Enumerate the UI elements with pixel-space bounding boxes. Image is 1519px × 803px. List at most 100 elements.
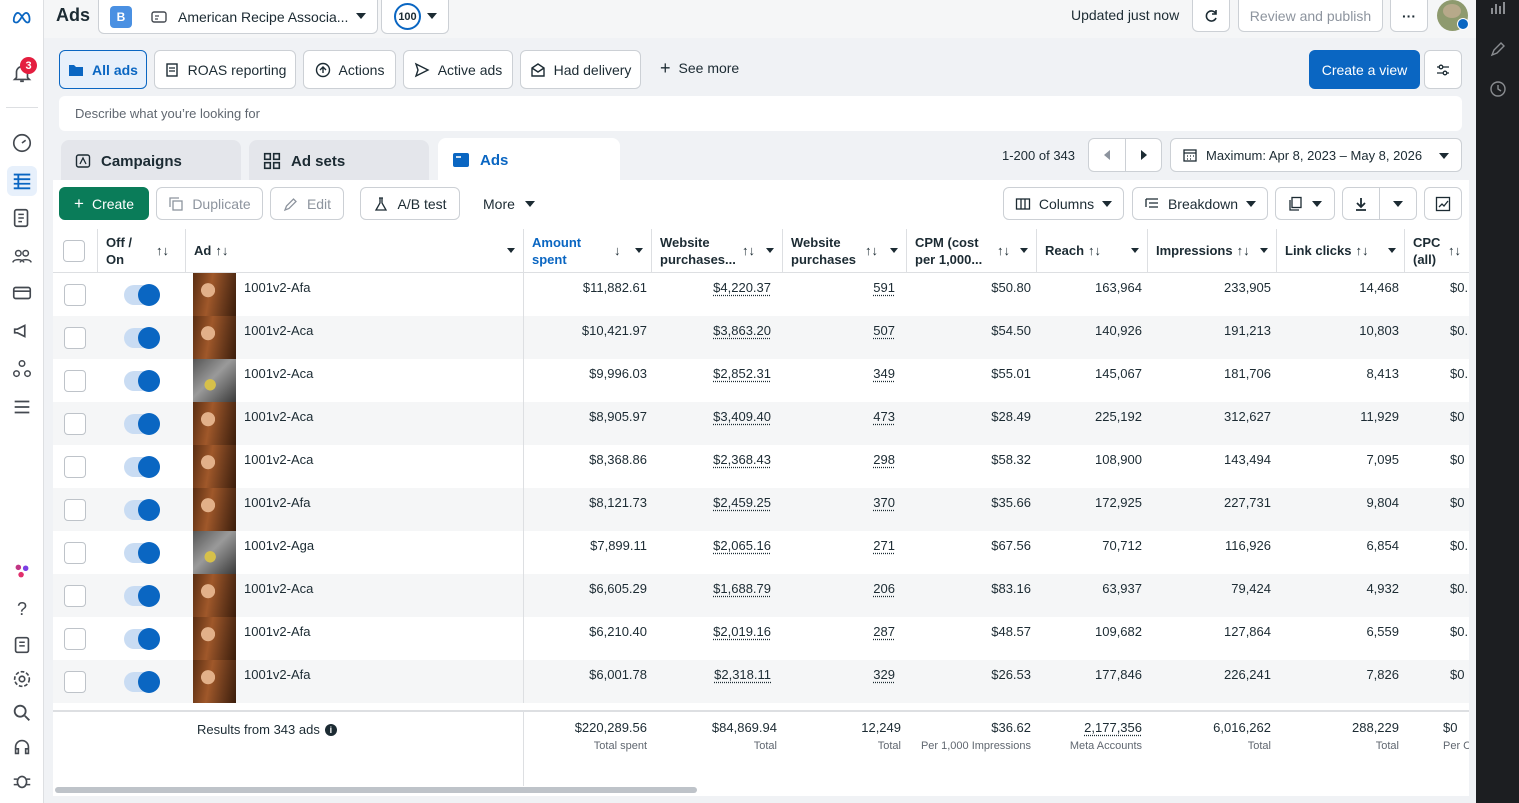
website-purchases-value-cell[interactable]: $2,019.16 xyxy=(652,617,771,660)
row-checkbox[interactable] xyxy=(64,585,86,607)
meta-ai-sparkle-icon[interactable] xyxy=(7,556,37,586)
website-purchases-value-cell[interactable]: $2,318.11 xyxy=(652,660,771,703)
ad-name[interactable]: 1001v2-Afa xyxy=(244,488,311,531)
bug-report-icon[interactable] xyxy=(7,766,37,796)
dashboard-gauge-icon[interactable] xyxy=(7,128,37,158)
website-purchases-value-cell[interactable]: $3,863.20 xyxy=(652,316,771,359)
website-purchases-value-cell[interactable]: $2,065.16 xyxy=(652,531,771,574)
ad-status-toggle[interactable] xyxy=(124,499,160,521)
ad-thumbnail[interactable] xyxy=(193,617,236,660)
ab-test-button[interactable]: A/B test xyxy=(360,187,460,220)
column-header-website-purchases[interactable]: Website purchases ↑↓ xyxy=(783,229,907,273)
sort-icon[interactable]: ↑↓ xyxy=(156,242,169,259)
account-selector[interactable]: B American Recipe Associa... xyxy=(98,0,378,34)
column-menu-icon[interactable] xyxy=(635,248,643,253)
column-menu-icon[interactable] xyxy=(766,248,774,253)
column-menu-icon[interactable] xyxy=(1260,248,1268,253)
website-purchases-cell[interactable]: 507 xyxy=(783,316,895,359)
row-checkbox[interactable] xyxy=(64,456,86,478)
column-header-off-on[interactable]: Off / On ↑↓ xyxy=(98,229,186,273)
ad-name[interactable]: 1001v2-Aca xyxy=(244,359,313,402)
website-purchases-cell[interactable]: 271 xyxy=(783,531,895,574)
tab-campaigns[interactable]: Campaigns xyxy=(61,140,241,182)
website-purchases-cell[interactable]: 329 xyxy=(783,660,895,703)
table-row[interactable]: 1001v2-Aca $10,421.97 $3,863.20 507 $54.50 14… xyxy=(53,316,1469,359)
meta-logo-icon[interactable] xyxy=(7,2,37,32)
sort-icon[interactable]: ↑↓ xyxy=(1355,242,1368,259)
sort-descending-icon[interactable]: ↓ xyxy=(614,242,621,259)
row-checkbox[interactable] xyxy=(64,413,86,435)
ad-name[interactable]: 1001v2-Aca xyxy=(244,316,313,359)
website-purchases-cell[interactable]: 206 xyxy=(783,574,895,617)
help-question-icon[interactable]: ? xyxy=(7,594,37,624)
refresh-button[interactable] xyxy=(1192,0,1230,32)
ad-status-toggle[interactable] xyxy=(124,628,160,650)
row-checkbox[interactable] xyxy=(64,370,86,392)
search-icon[interactable] xyxy=(7,698,37,728)
ad-name[interactable]: 1001v2-Afa xyxy=(244,273,311,316)
ad-name[interactable]: 1001v2-Afa xyxy=(244,660,311,703)
ad-status-toggle[interactable] xyxy=(124,327,160,349)
ad-status-toggle[interactable] xyxy=(124,370,160,392)
ad-thumbnail[interactable] xyxy=(193,660,236,703)
ad-thumbnail[interactable] xyxy=(193,402,236,445)
business-network-icon[interactable] xyxy=(7,354,37,384)
tab-ad-sets[interactable]: Ad sets xyxy=(249,140,429,182)
ad-status-toggle[interactable] xyxy=(124,413,160,435)
ad-thumbnail[interactable] xyxy=(193,359,236,402)
table-row[interactable]: 1001v2-Afa $6,001.78 $2,318.11 329 $26.53 177… xyxy=(53,660,1469,703)
sort-icon[interactable]: ↑↓ xyxy=(865,242,878,259)
review-and-publish-button[interactable]: Review and publish xyxy=(1238,0,1383,32)
row-checkbox[interactable] xyxy=(64,671,86,693)
website-purchases-value-cell[interactable]: $4,220.37 xyxy=(652,273,771,316)
ad-thumbnail[interactable] xyxy=(193,488,236,531)
events-manager-icon[interactable] xyxy=(7,630,37,660)
ad-name[interactable]: 1001v2-Aca xyxy=(244,402,313,445)
search-bar[interactable]: Describe what you’re looking for xyxy=(59,96,1462,131)
more-actions-dropdown[interactable]: More xyxy=(483,196,535,212)
sort-icon[interactable]: ↑↓ xyxy=(215,242,228,259)
ad-thumbnail[interactable] xyxy=(193,273,236,316)
sort-icon[interactable]: ↑↓ xyxy=(997,242,1010,259)
website-purchases-cell[interactable]: 473 xyxy=(783,402,895,445)
ad-status-toggle[interactable] xyxy=(124,671,160,693)
reports-dropdown[interactable] xyxy=(1275,187,1335,220)
chart-bars-icon[interactable] xyxy=(1489,0,1507,18)
create-view-button[interactable]: Create a view xyxy=(1309,50,1420,89)
all-tools-menu-icon[interactable] xyxy=(7,392,37,422)
table-row[interactable]: 1001v2-Afa $8,121.73 $2,459.25 370 $35.66 172… xyxy=(53,488,1469,531)
charts-button[interactable] xyxy=(1424,187,1462,220)
sort-icon[interactable]: ↑↓ xyxy=(1088,242,1101,259)
filter-roas-reporting[interactable]: ROAS reporting xyxy=(154,50,296,89)
table-row[interactable]: 1001v2-Aca $8,905.97 $3,409.40 473 $28.49 225… xyxy=(53,402,1469,445)
table-row[interactable]: 1001v2-Aca $9,996.03 $2,852.31 349 $55.01 145… xyxy=(53,359,1469,402)
ads-manager-table-icon[interactable] xyxy=(7,166,37,196)
row-checkbox[interactable] xyxy=(64,284,86,306)
ad-name[interactable]: 1001v2-Aca xyxy=(244,445,313,488)
column-menu-icon[interactable] xyxy=(507,248,515,253)
info-icon[interactable]: i xyxy=(324,723,337,736)
website-purchases-cell[interactable]: 349 xyxy=(783,359,895,402)
row-checkbox[interactable] xyxy=(64,542,86,564)
table-row[interactable]: 1001v2-Afa $6,210.40 $2,019.16 287 $48.57 109… xyxy=(53,617,1469,660)
website-purchases-cell[interactable]: 591 xyxy=(783,273,895,316)
column-menu-icon[interactable] xyxy=(1131,248,1139,253)
column-menu-icon[interactable] xyxy=(1020,248,1028,253)
breakdown-dropdown[interactable]: Breakdown xyxy=(1132,187,1268,220)
filter-had-delivery[interactable]: Had delivery xyxy=(520,50,641,89)
horizontal-scrollbar-thumb[interactable] xyxy=(55,787,697,793)
history-clock-icon[interactable] xyxy=(1489,80,1507,98)
columns-dropdown[interactable]: Columns xyxy=(1003,187,1124,220)
billing-card-icon[interactable] xyxy=(7,278,37,308)
website-purchases-value-cell[interactable]: $2,459.25 xyxy=(652,488,771,531)
column-menu-icon[interactable] xyxy=(890,248,898,253)
more-options-button[interactable]: ··· xyxy=(1390,0,1428,32)
column-header-website-purchases-value[interactable]: Website purchases... ↑↓ xyxy=(652,229,783,273)
ad-name[interactable]: 1001v2-Afa xyxy=(244,617,311,660)
filter-active-ads[interactable]: Active ads xyxy=(403,50,513,89)
ad-status-toggle[interactable] xyxy=(124,284,160,306)
ad-status-toggle[interactable] xyxy=(124,542,160,564)
megaphone-icon[interactable] xyxy=(7,316,37,346)
column-header-cpc[interactable]: CPC (all) ↑↓ xyxy=(1405,229,1469,273)
tab-ads[interactable]: Ads xyxy=(438,138,620,182)
